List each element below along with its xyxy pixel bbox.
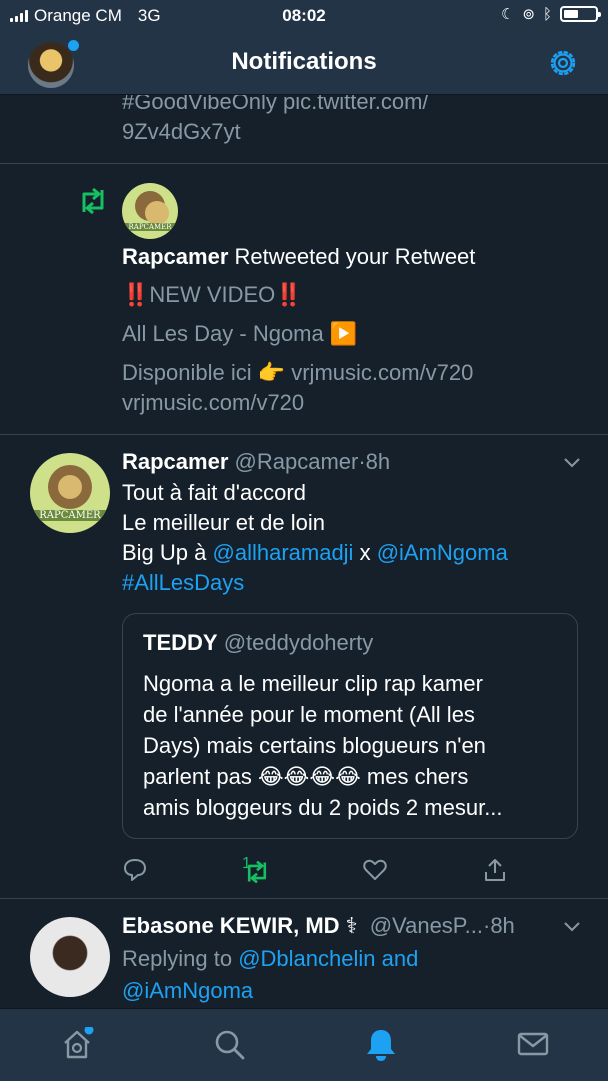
moon-icon: ☾ — [500, 6, 515, 23]
settings-icon[interactable] — [546, 46, 580, 80]
retweet-notification[interactable]: RAPCAMER Rapcamer Retweeted your Retweet… — [0, 164, 608, 435]
tweet-line: ‼️NEW VIDEO‼️ — [122, 282, 303, 307]
user-handle[interactable]: @Rapcamer — [235, 449, 359, 474]
tweet-line-text: x — [353, 540, 377, 565]
retweet-action[interactable]: 1 — [242, 855, 267, 884]
quote-line: de l'année pour le moment (All les — [143, 702, 475, 727]
rotation-lock-icon: ⊚ — [522, 6, 535, 23]
tweet-line: vrjmusic.com/v720 — [122, 390, 305, 415]
retweet-icon[interactable] — [242, 859, 272, 885]
page-title: Notifications — [231, 48, 377, 75]
tweet-line-text: Big Up à — [122, 540, 213, 565]
notification-headline: Rapcamer Retweeted your Retweet — [122, 242, 475, 272]
reply-icon[interactable] — [122, 857, 148, 883]
replying-to: Replying to @Dblanchelin and @iAmNgoma — [122, 943, 418, 1007]
notification-action: Retweeted your Retweet — [228, 244, 476, 269]
tweet-text: #GoodVibeOnly pic.twitter.com/ 9Zv4dGx7y… — [122, 95, 592, 147]
notifications-icon[interactable] — [364, 1027, 398, 1063]
user-name[interactable]: Rapcamer — [122, 244, 228, 269]
quote-text: Ngoma a le meilleur clip rap kamer de l'… — [143, 668, 563, 823]
quote-user-handle: @teddydoherty — [223, 630, 374, 655]
tweet-item[interactable]: Ebasone KEWIR, MD ⚕ @VanesP...·8h Replyi… — [0, 899, 608, 1008]
tweet-line: Disponible ici 👉 vrjmusic.com/v720 — [122, 360, 474, 385]
quote-user-name: TEDDY — [143, 630, 218, 655]
notifications-timeline[interactable]: #GoodVibeOnly pic.twitter.com/ 9Zv4dGx7y… — [0, 95, 608, 1008]
hashtag-link[interactable]: #AllLesDays — [122, 568, 592, 598]
quote-line: Ngoma a le meilleur clip rap kamer — [143, 671, 483, 696]
tweet-line: Big Up à @allharamadji x @iAmNgoma — [122, 538, 592, 568]
app-header: Notifications — [0, 32, 608, 95]
avatar-logo-text: RAPCAMER — [122, 223, 178, 231]
status-bar: Orange CM 3G 08:02 ☾ ⊚ ᛒ — [0, 0, 608, 32]
avatar[interactable] — [30, 917, 110, 997]
bluetooth-icon: ᛒ — [542, 5, 552, 23]
quote-line: amis bloggeurs du 2 poids 2 mesur... — [143, 795, 503, 820]
lion-logo — [135, 191, 169, 225]
tweet-line: Tout à fait d'accord — [122, 480, 306, 505]
chevron-down-icon[interactable] — [563, 457, 581, 469]
replying-prefix: Replying to — [122, 946, 239, 971]
mention-link[interactable]: @iAmNgoma — [122, 975, 418, 1007]
avatar[interactable]: RAPCAMER — [122, 183, 178, 239]
quoted-tweet[interactable]: TEDDY @teddydoherty Ngoma a le meilleur … — [122, 613, 578, 839]
battery-icon — [560, 6, 601, 22]
tweet-text: Tout à fait d'accord Le meilleur et de l… — [122, 478, 592, 598]
tweet-line: 9Zv4dGx7yt — [122, 119, 241, 144]
mention-link[interactable]: @allharamadji — [213, 540, 354, 565]
retweeted-text: ‼️NEW VIDEO‼️ All Les Day - Ngoma ▶️ Dis… — [122, 280, 592, 418]
user-name[interactable]: Ebasone KEWIR, MD ⚕ — [122, 913, 358, 938]
like-icon[interactable] — [362, 857, 388, 883]
share-icon[interactable] — [482, 857, 508, 883]
search-icon[interactable] — [212, 1027, 246, 1061]
avatar[interactable]: RAPCAMER — [30, 453, 110, 533]
status-right: ☾ ⊚ ᛒ — [500, 5, 601, 23]
tweet-line: #GoodVibeOnly pic.twitter.com/ — [122, 95, 429, 114]
quote-line: Days) mais certains blogueurs n'en — [143, 733, 486, 758]
mention-link[interactable]: @Dblanchelin and — [238, 946, 418, 971]
home-icon[interactable] — [60, 1027, 94, 1061]
tweet-line: All Les Day - Ngoma ▶️ — [122, 321, 358, 346]
chevron-down-icon[interactable] — [563, 921, 581, 933]
bottom-tab-bar — [0, 1008, 608, 1081]
tweet-actions: 1 — [122, 853, 562, 889]
notification-item[interactable]: #GoodVibeOnly pic.twitter.com/ 9Zv4dGx7y… — [0, 95, 608, 164]
quote-header: TEDDY @teddydoherty — [143, 628, 373, 658]
quote-line: parlent pas 😂😂😂😂 mes chers — [143, 764, 469, 789]
tweet-time: 8h — [365, 449, 391, 474]
tweet-header: Ebasone KEWIR, MD ⚕ @VanesP...·8h — [122, 911, 515, 941]
tweet-time: 8h — [490, 913, 515, 938]
user-handle[interactable]: @VanesP... — [370, 913, 483, 938]
tweet-header: Rapcamer @Rapcamer·8h — [122, 447, 390, 477]
retweet-icon — [82, 187, 104, 215]
user-name[interactable]: Rapcamer — [122, 449, 228, 474]
lion-logo — [48, 465, 92, 509]
mention-link[interactable]: @iAmNgoma — [377, 540, 508, 565]
tweet-line: Le meilleur et de loin — [122, 510, 326, 535]
avatar-logo-text: RAPCAMER — [30, 510, 110, 521]
separator-dot: · — [358, 449, 366, 474]
tweet-item[interactable]: RAPCAMER Rapcamer @Rapcamer·8h Tout à fa… — [0, 435, 608, 899]
messages-icon[interactable] — [516, 1027, 550, 1061]
